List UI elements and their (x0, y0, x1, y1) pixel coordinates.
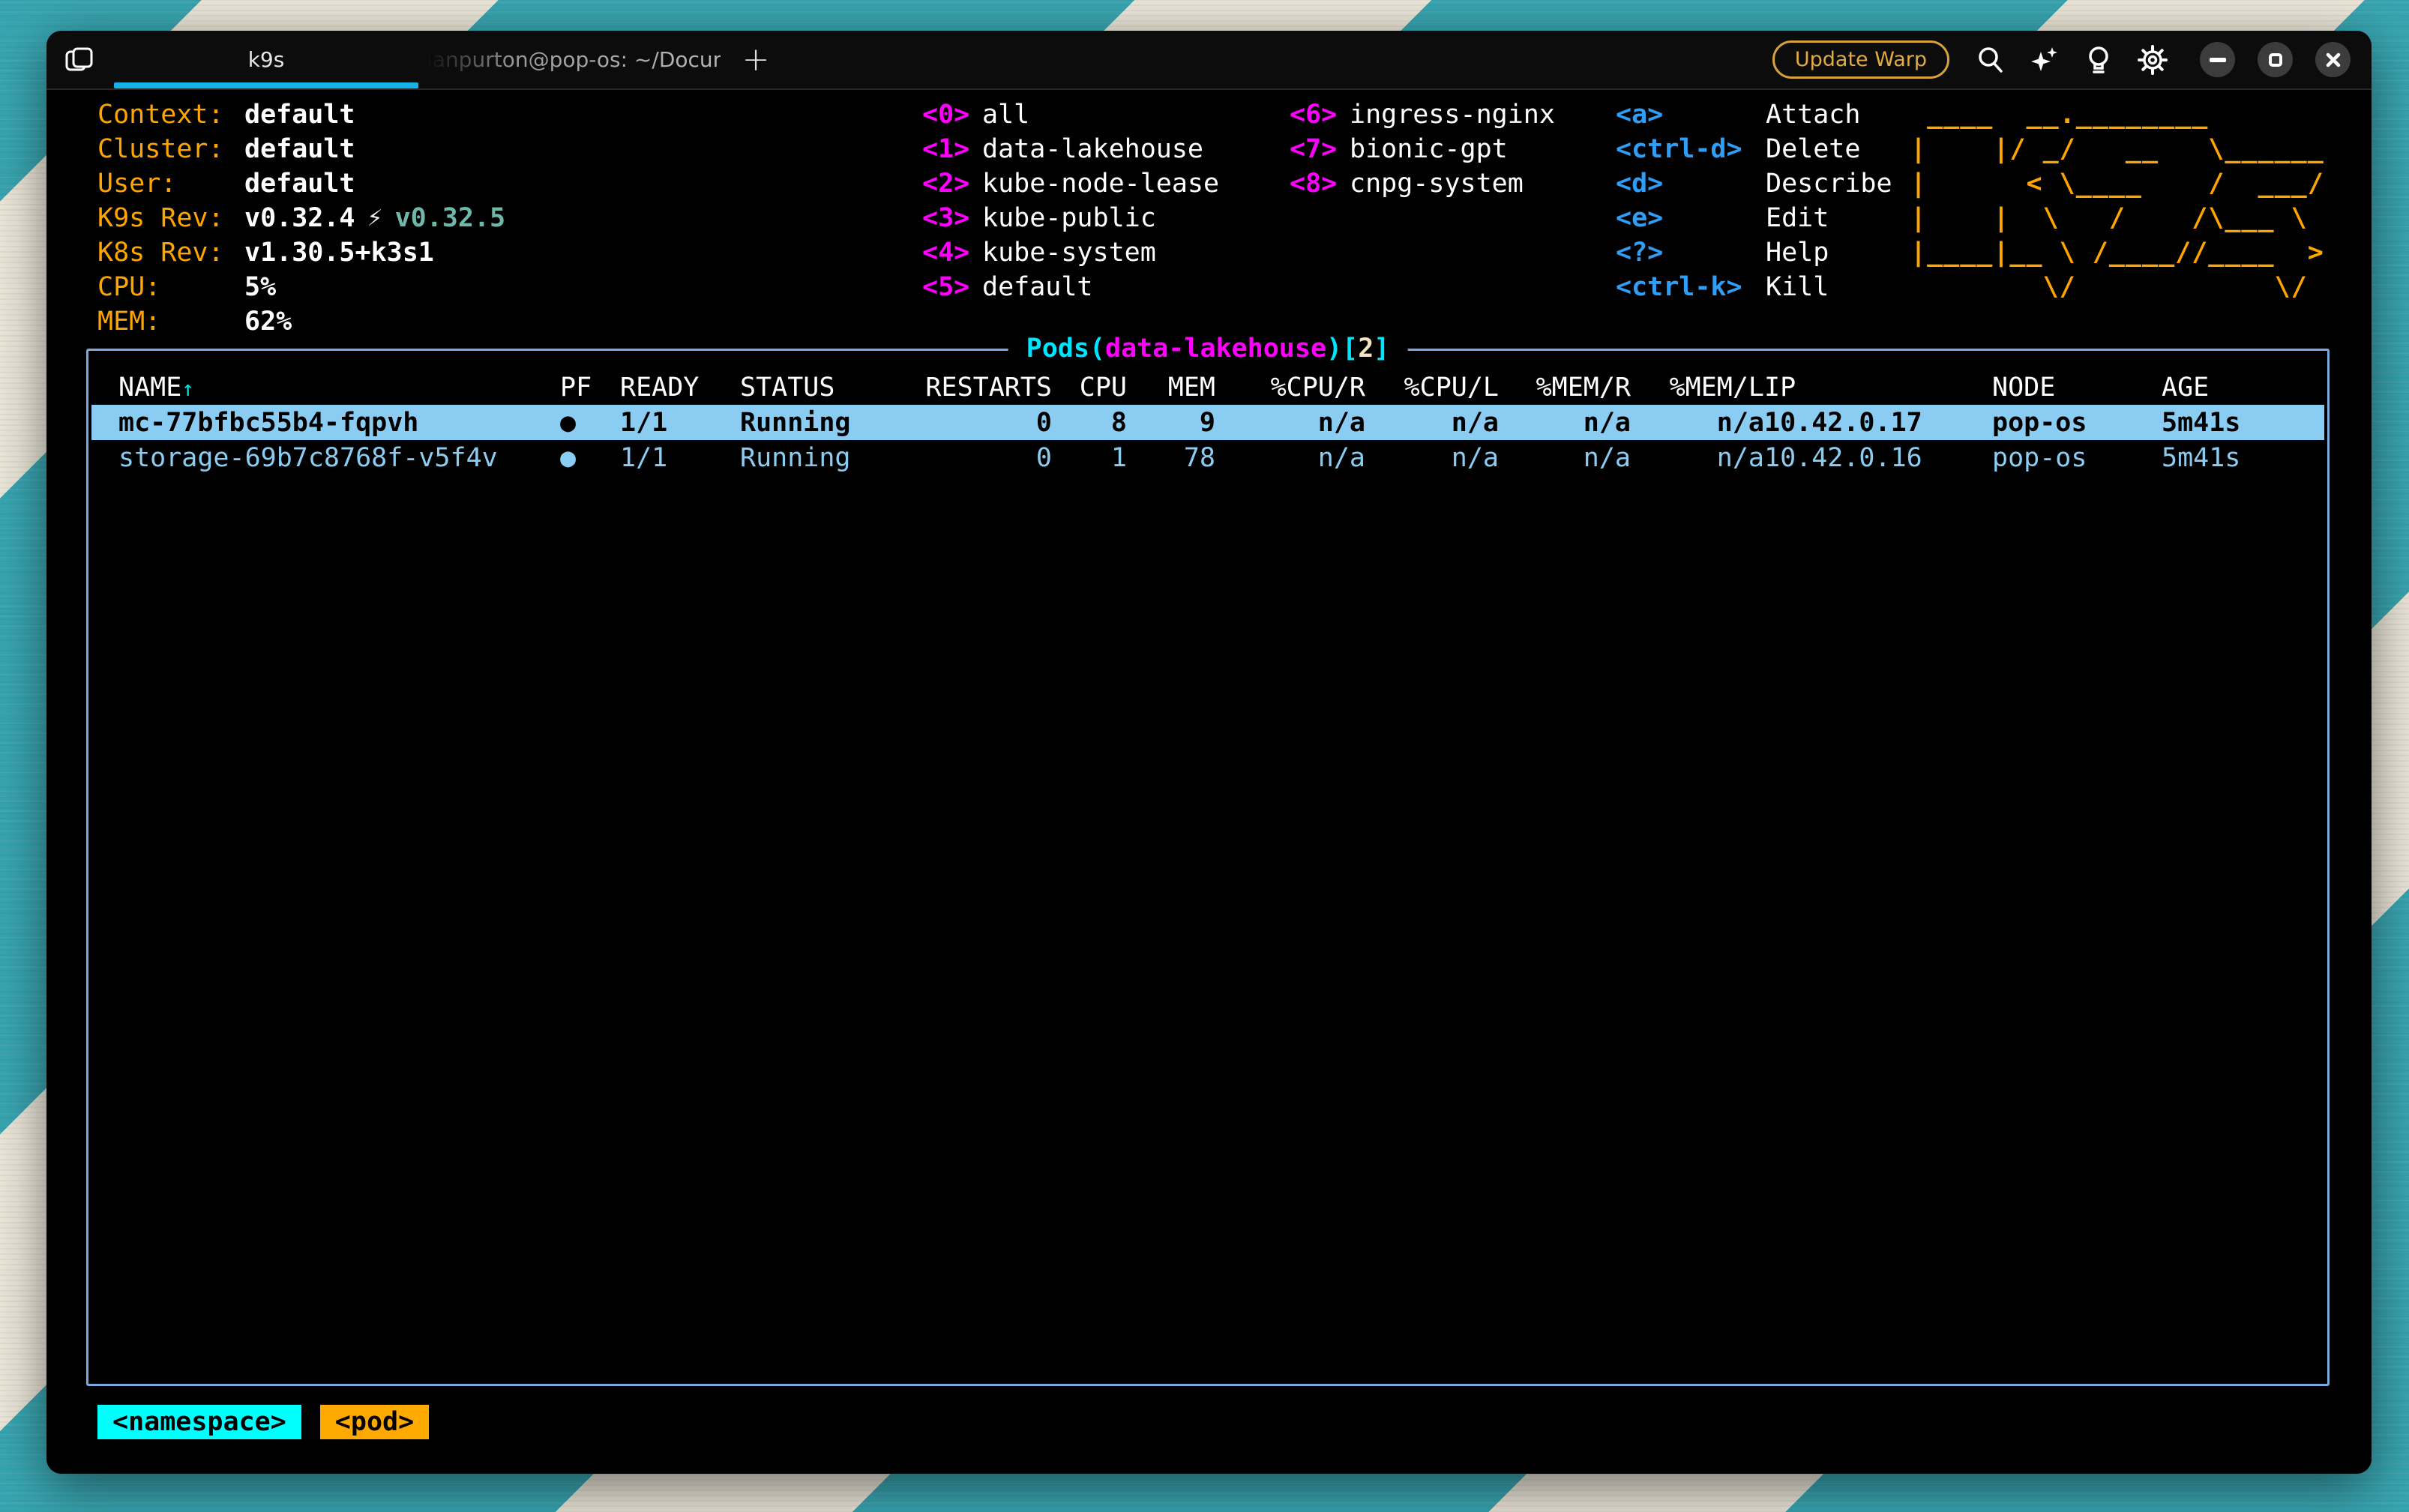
window-controls (2200, 42, 2351, 77)
minimize-icon (2210, 58, 2226, 62)
col-cpu-l[interactable]: %CPU/L (1365, 373, 1499, 403)
tab-bar: k9s ianpurton@pop-os: ~/Document + Updat… (46, 31, 2372, 90)
upgrade-bolt-icon: ⚡ (367, 205, 383, 232)
info-cpu: CPU:5% (97, 270, 505, 304)
crumb-namespace[interactable]: <namespace> (97, 1405, 301, 1439)
close-button[interactable] (2315, 42, 2351, 77)
cmd-hotkey[interactable]: <a>Attach (1616, 97, 1892, 132)
cmd-hotkey[interactable]: <ctrl-k>Kill (1616, 270, 1892, 304)
warp-terminal-window: k9s ianpurton@pop-os: ~/Document + Updat… (46, 31, 2372, 1474)
maximize-icon (2269, 53, 2282, 67)
col-node[interactable]: NODE (1992, 373, 2162, 403)
gear-icon (2137, 44, 2168, 76)
crumb-pod[interactable]: <pod> (320, 1405, 429, 1439)
pages-icon (65, 47, 94, 73)
pf-dot-icon: ● (560, 408, 620, 438)
k9s-terminal: Context:default Cluster:default User:def… (46, 91, 2372, 1474)
ns-hotkey[interactable]: <7>bionic-gpt (1290, 132, 1555, 166)
close-icon (2326, 52, 2341, 67)
ns-hotkey[interactable]: <4>kube-system (922, 235, 1219, 270)
cmd-hotkey[interactable]: <e>Edit (1616, 201, 1892, 235)
cmd-hotkey[interactable]: <d>Describe (1616, 166, 1892, 201)
tab-shell[interactable]: ianpurton@pop-os: ~/Document (420, 31, 727, 88)
ns-hotkey[interactable]: <1>data-lakehouse (922, 132, 1219, 166)
tab-k9s[interactable]: k9s (112, 31, 420, 88)
ns-hotkey[interactable]: <6>ingress-nginx (1290, 97, 1555, 132)
table-header-row: NAME↑ PF READY STATUS RESTARTS CPU MEM %… (91, 370, 2324, 405)
sparkles-icon (2029, 44, 2060, 76)
col-restarts[interactable]: RESTARTS (920, 373, 1052, 403)
ns-hotkey[interactable]: <3>kube-public (922, 201, 1219, 235)
sort-arrow-icon: ↑ (181, 376, 194, 401)
tab-label: k9s (248, 47, 285, 72)
col-mem-l[interactable]: %MEM/L (1631, 373, 1764, 403)
info-user: User:default (97, 166, 505, 201)
col-status[interactable]: STATUS (740, 373, 920, 403)
breadcrumb: <namespace> <pod> (97, 1405, 429, 1439)
col-cpu[interactable]: CPU (1052, 373, 1127, 403)
active-tab-underline (114, 82, 418, 88)
new-tab-button[interactable]: + (727, 31, 784, 88)
pod-row-selected[interactable]: mc-77bfbc55b4-fqpvh ● 1/1 Running 0 8 9 … (91, 405, 2324, 440)
info-k9s-rev: K9s Rev:v0.32.4⚡v0.32.5 (97, 201, 505, 235)
tab-label: ianpurton@pop-os: ~/Document (427, 47, 721, 72)
tips-button[interactable] (2077, 38, 2120, 82)
bulb-icon (2084, 44, 2114, 76)
info-k8s-rev: K8s Rev:v1.30.5+k3s1 (97, 235, 505, 270)
ns-hotkey[interactable]: <5>default (922, 270, 1219, 304)
search-button[interactable] (1969, 38, 2012, 82)
cmd-hotkey[interactable]: <ctrl-d>Delete (1616, 132, 1892, 166)
col-ip[interactable]: IP (1764, 373, 1992, 403)
cmd-hotkey[interactable]: <?>Help (1616, 235, 1892, 270)
info-cluster: Cluster:default (97, 132, 505, 166)
pod-row[interactable]: storage-69b7c8768f-v5f4v ● 1/1 Running 0… (91, 440, 2324, 475)
cluster-info-panel: Context:default Cluster:default User:def… (97, 97, 505, 339)
info-context: Context:default (97, 97, 505, 132)
k9s-ascii-logo: ____ __.________ | |/ _/ __ \______ | < … (1910, 97, 2324, 304)
namespace-hotkeys-col2: <6>ingress-nginx <7>bionic-gpt <8>cnpg-s… (1290, 97, 1555, 201)
pods-table-title: Pods(data-lakehouse)[2] (1008, 334, 1408, 364)
col-pf[interactable]: PF (560, 373, 620, 403)
minimize-button[interactable] (2200, 42, 2235, 77)
col-cpu-r[interactable]: %CPU/R (1215, 373, 1365, 403)
launch-configs-button[interactable] (46, 31, 112, 88)
col-name[interactable]: NAME↑ (91, 373, 560, 403)
toolbar-icons (1969, 38, 2174, 82)
command-hotkeys: <a>Attach <ctrl-d>Delete <d>Describe <e>… (1616, 97, 1892, 304)
col-age[interactable]: AGE (2162, 373, 2324, 403)
info-mem: MEM:62% (97, 304, 505, 339)
ns-hotkey[interactable]: <2>kube-node-lease (922, 166, 1219, 201)
col-mem-r[interactable]: %MEM/R (1499, 373, 1631, 403)
pf-dot-icon: ● (560, 443, 620, 473)
pods-table: Pods(data-lakehouse)[2] NAME↑ PF READY S… (86, 349, 2330, 1386)
col-mem[interactable]: MEM (1127, 373, 1215, 403)
namespace-hotkeys-col1: <0>all <1>data-lakehouse <2>kube-node-le… (922, 97, 1219, 304)
maximize-button[interactable] (2258, 42, 2293, 77)
settings-button[interactable] (2131, 38, 2174, 82)
ns-hotkey[interactable]: <0>all (922, 97, 1219, 132)
ns-hotkey[interactable]: <8>cnpg-system (1290, 166, 1555, 201)
ai-button[interactable] (2023, 38, 2066, 82)
search-icon (1976, 45, 2006, 75)
col-ready[interactable]: READY (620, 373, 740, 403)
update-warp-button[interactable]: Update Warp (1772, 40, 1949, 79)
